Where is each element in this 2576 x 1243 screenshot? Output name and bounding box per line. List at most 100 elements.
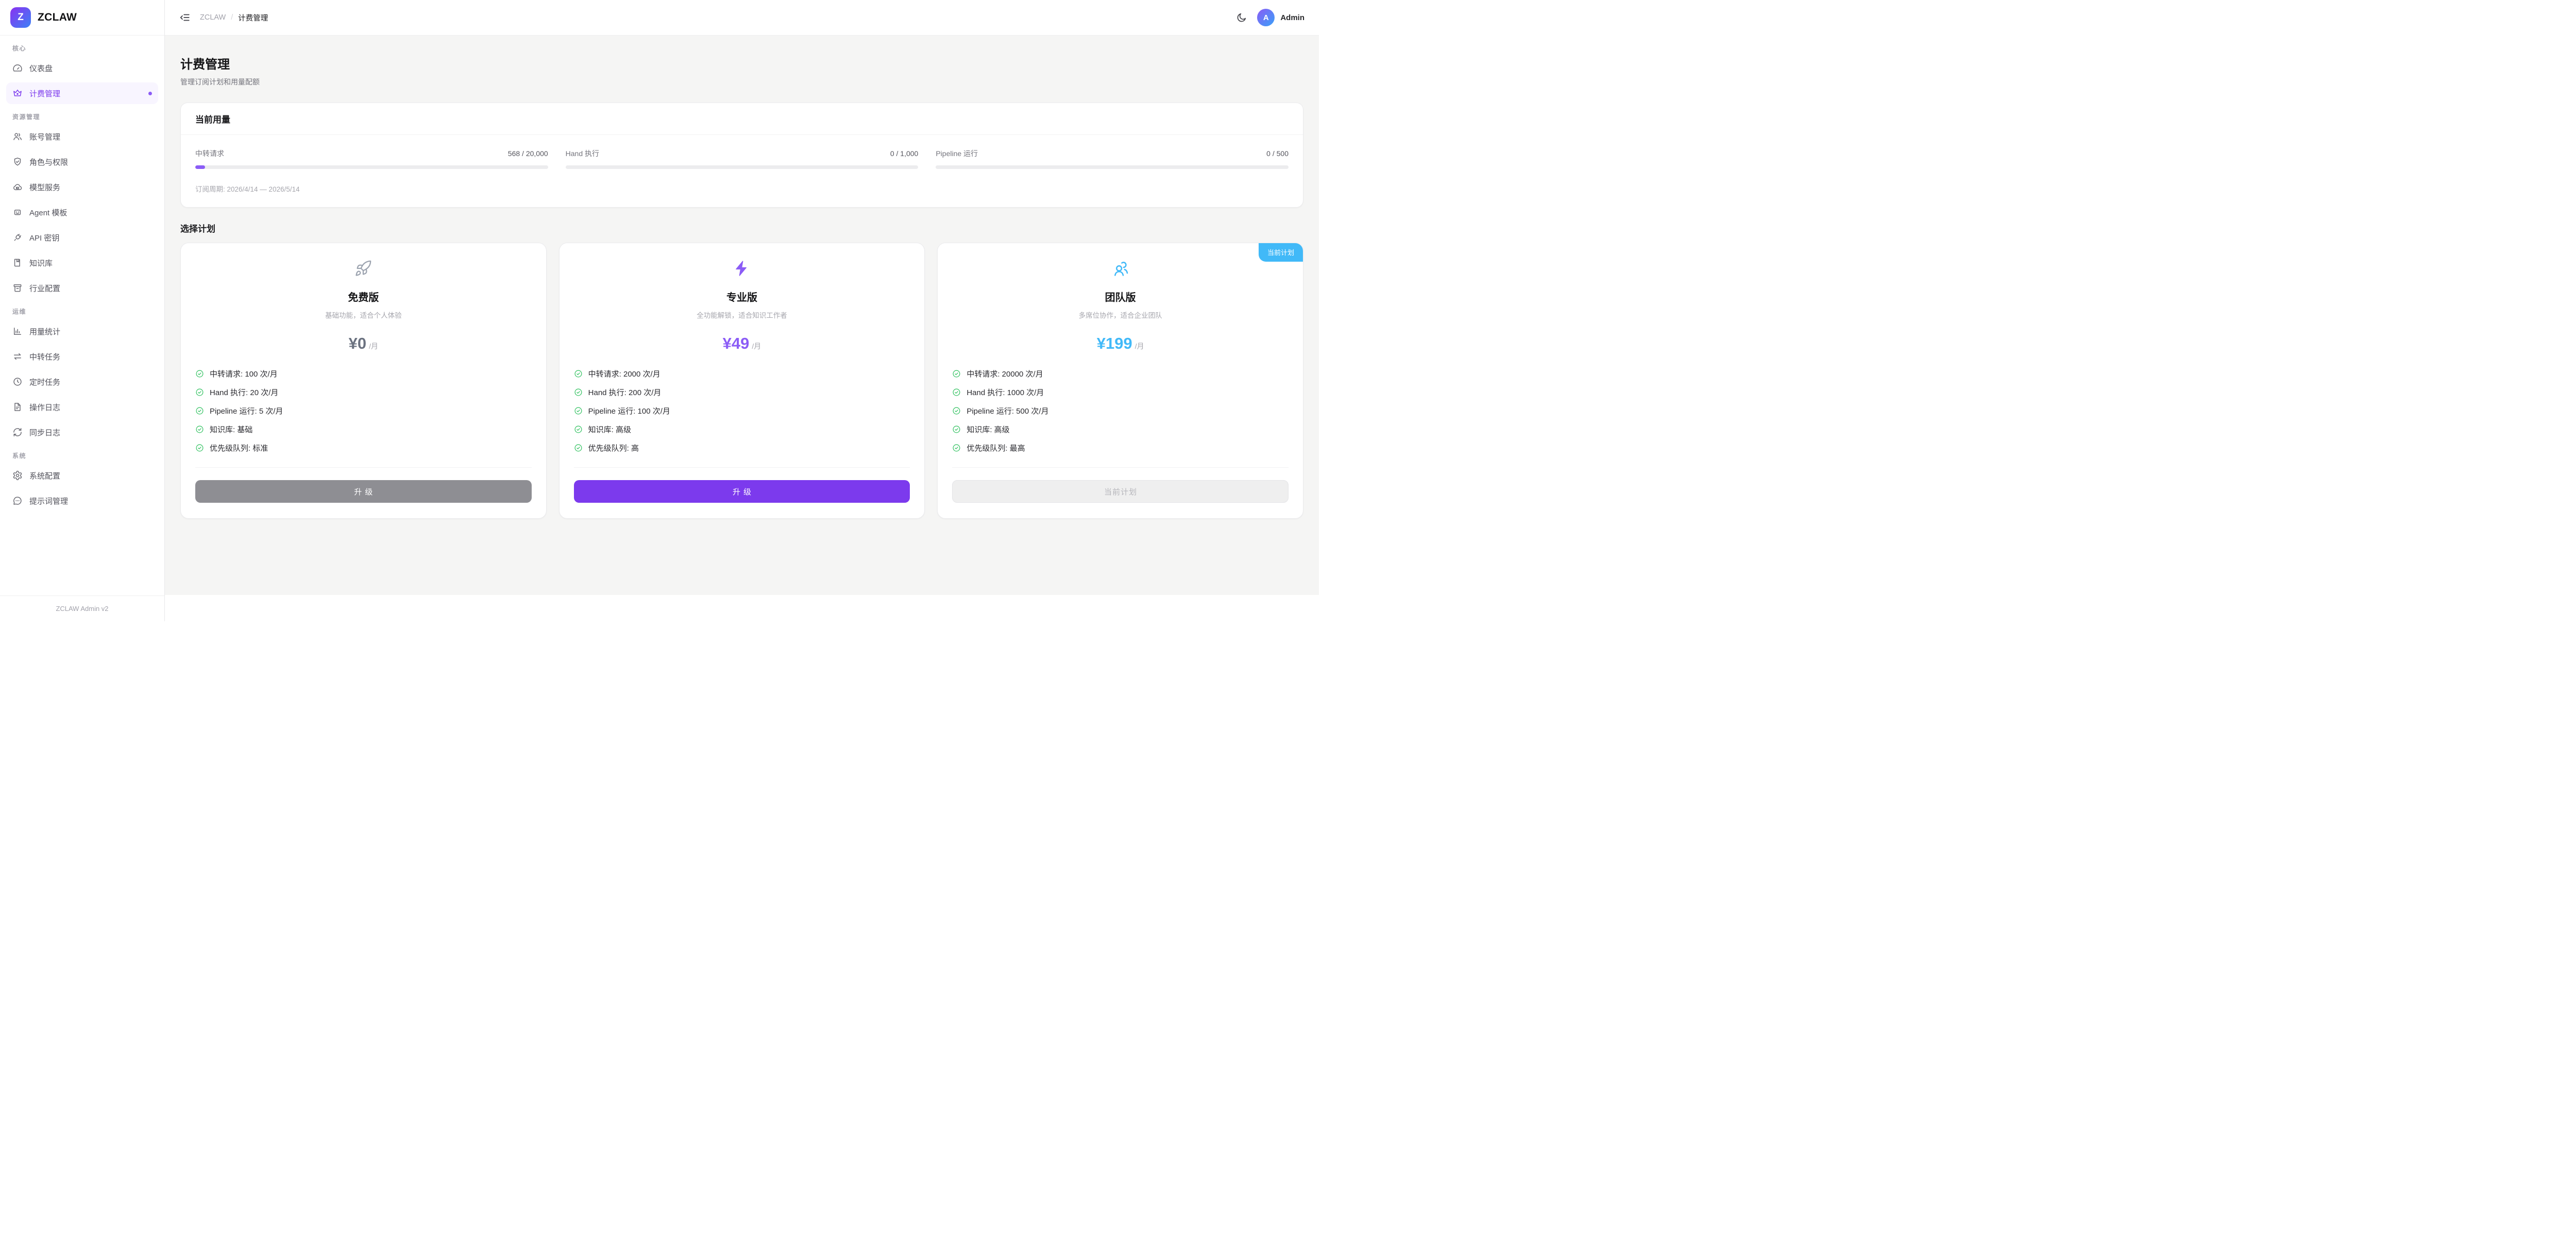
active-dot — [148, 92, 152, 95]
message-dots-icon — [12, 496, 23, 506]
bar-chart-icon — [12, 326, 23, 336]
plan-card-free: 免费版基础功能，适合个人体验¥0/月中转请求: 100 次/月Hand 执行: … — [180, 243, 547, 519]
sidebar-item-操作日志[interactable]: 操作日志 — [6, 396, 158, 418]
plan-free-button[interactable]: 升级 — [195, 480, 532, 503]
metric-value: 0 / 500 — [1266, 149, 1289, 158]
plan-card-team: 当前计划团队版多席位协作，适合企业团队¥199/月中转请求: 20000 次/月… — [937, 243, 1303, 519]
sidebar-item-角色与权限[interactable]: 角色与权限 — [6, 151, 158, 173]
plan-feature-text: 知识库: 高级 — [588, 424, 631, 435]
sidebar-collapse-icon[interactable] — [179, 12, 191, 23]
sidebar-item-label: 用量统计 — [29, 326, 60, 337]
plan-price-amount: ¥0 — [349, 334, 366, 353]
plan-features: 中转请求: 20000 次/月Hand 执行: 1000 次/月Pipeline… — [952, 368, 1289, 453]
check-circle-icon — [195, 369, 204, 378]
plan-feature: 优先级队列: 高 — [574, 442, 910, 453]
plan-feature: Pipeline 运行: 500 次/月 — [952, 405, 1289, 416]
dark-mode-moon-icon[interactable] — [1236, 12, 1247, 23]
check-circle-icon — [574, 406, 583, 415]
plan-price: ¥199/月 — [952, 334, 1289, 353]
usage-metric: Hand 执行 0 / 1,000 — [566, 148, 919, 169]
users-icon — [12, 131, 23, 142]
sidebar-section: 运维用量统计中转任务定时任务操作日志同步日志 — [6, 307, 158, 443]
sidebar-section-label: 系统 — [6, 451, 158, 460]
check-circle-icon — [952, 425, 961, 434]
sidebar-item-模型服务[interactable]: 模型服务 — [6, 176, 158, 198]
plan-feature: 知识库: 高级 — [952, 424, 1289, 435]
sidebar-item-行业配置[interactable]: 行业配置 — [6, 277, 158, 299]
plan-cards: 免费版基础功能，适合个人体验¥0/月中转请求: 100 次/月Hand 执行: … — [180, 243, 1303, 519]
check-circle-icon — [952, 369, 961, 378]
metric-value: 0 / 1,000 — [890, 149, 919, 158]
check-circle-icon — [952, 444, 961, 452]
plan-feature-text: Pipeline 运行: 100 次/月 — [588, 405, 670, 416]
plan-name: 免费版 — [195, 289, 532, 304]
sidebar-item-账号管理[interactable]: 账号管理 — [6, 126, 158, 147]
sidebar-item-Agent 模板[interactable]: Agent 模板 — [6, 201, 158, 223]
progress-track — [936, 165, 1289, 169]
top-header: ZCLAW / 计费管理 A Admin — [165, 0, 1319, 36]
plan-pro-button[interactable]: 升级 — [574, 480, 910, 503]
plan-feature-text: 优先级队列: 最高 — [967, 442, 1025, 453]
sidebar-item-系统配置[interactable]: 系统配置 — [6, 465, 158, 486]
plan-name: 专业版 — [574, 289, 910, 304]
sidebar-item-定时任务[interactable]: 定时任务 — [6, 371, 158, 393]
plan-feature: Pipeline 运行: 5 次/月 — [195, 405, 532, 416]
sidebar-section-label: 资源管理 — [6, 112, 158, 121]
sidebar-item-仪表盘[interactable]: 仪表盘 — [6, 57, 158, 79]
plan-feature: Hand 执行: 200 次/月 — [574, 387, 910, 398]
sidebar-item-计费管理[interactable]: 计费管理 — [6, 82, 158, 104]
brand-logo: Z — [10, 7, 31, 28]
sidebar-item-label: 定时任务 — [29, 377, 60, 387]
sidebar-footer-version: ZCLAW Admin v2 — [0, 595, 164, 621]
plan-feature-text: Pipeline 运行: 500 次/月 — [967, 405, 1048, 416]
brand-name: ZCLAW — [38, 11, 77, 24]
check-circle-icon — [195, 425, 204, 434]
sidebar-item-label: 账号管理 — [29, 131, 60, 142]
usage-metrics: 中转请求 568 / 20,000 Hand 执行 0 / 1,000 Pipe… — [195, 148, 1289, 169]
refresh-icon — [12, 427, 23, 437]
check-circle-icon — [574, 369, 583, 378]
check-circle-icon — [574, 388, 583, 397]
current-usage-card: 当前用量 中转请求 568 / 20,000 Hand 执行 0 / 1,000… — [180, 103, 1303, 208]
plan-feature: 中转请求: 2000 次/月 — [574, 368, 910, 379]
clock-icon — [12, 377, 23, 387]
usage-metric: Pipeline 运行 0 / 500 — [936, 148, 1289, 169]
plan-tagline: 多席位协作，适合企业团队 — [952, 310, 1289, 320]
content-column: ZCLAW / 计费管理 A Admin 计费管理 管理订阅计划和用量配 — [165, 0, 1319, 621]
sidebar-item-label: 知识库 — [29, 258, 53, 268]
plan-card-pro: 专业版全功能解锁，适合知识工作者¥49/月中转请求: 2000 次/月Hand … — [559, 243, 925, 519]
plan-features: 中转请求: 2000 次/月 Hand 执行: 200 次/月 Pipeline 运… — [574, 368, 910, 453]
sidebar-item-用量统计[interactable]: 用量统计 — [6, 320, 158, 342]
check-circle-icon — [952, 388, 961, 397]
current-plan-badge: 当前计划 — [1259, 243, 1303, 262]
sidebar-item-API 密钥[interactable]: API 密钥 — [6, 227, 158, 248]
crown-icon — [12, 88, 23, 98]
rocket-icon — [354, 260, 372, 277]
sidebar-item-提示词管理[interactable]: 提示词管理 — [6, 490, 158, 512]
plan-price: ¥0/月 — [195, 334, 532, 353]
user-menu[interactable]: A Admin — [1257, 9, 1304, 26]
plan-feature-text: 知识库: 高级 — [967, 424, 1009, 435]
sidebar-item-同步日志[interactable]: 同步日志 — [6, 421, 158, 443]
plan-feature-text: 中转请求: 2000 次/月 — [588, 368, 660, 379]
metric-label: Pipeline 运行 — [936, 148, 978, 159]
sidebar-item-知识库[interactable]: 知识库 — [6, 252, 158, 274]
plan-feature-text: 中转请求: 20000 次/月 — [967, 368, 1043, 379]
breadcrumb-root[interactable]: ZCLAW — [200, 13, 226, 22]
plug-icon — [12, 232, 23, 243]
check-circle-icon — [195, 444, 204, 452]
plan-price-period: /月 — [369, 341, 378, 351]
cloud-server-icon — [12, 182, 23, 192]
subscription-period: 订阅周期: 2026/4/14 — 2026/5/14 — [195, 183, 1289, 194]
main-content: 计费管理 管理订阅计划和用量配额 当前用量 中转请求 568 / 20,000 … — [165, 36, 1319, 595]
archive-icon — [12, 283, 23, 293]
plan-team-button: 当前计划 — [952, 480, 1289, 503]
sidebar-item-中转任务[interactable]: 中转任务 — [6, 346, 158, 367]
plan-price-amount: ¥49 — [723, 334, 750, 353]
sidebar-item-label: 角色与权限 — [29, 157, 68, 167]
sidebar-section: 资源管理账号管理角色与权限模型服务 Agent 模板 API 密钥知识库行业配置 — [6, 112, 158, 299]
sidebar-item-label: Agent 模板 — [29, 207, 67, 218]
sidebar-item-label: API 密钥 — [29, 232, 59, 243]
usage-metric: 中转请求 568 / 20,000 — [195, 148, 548, 169]
check-circle-icon — [574, 425, 583, 434]
